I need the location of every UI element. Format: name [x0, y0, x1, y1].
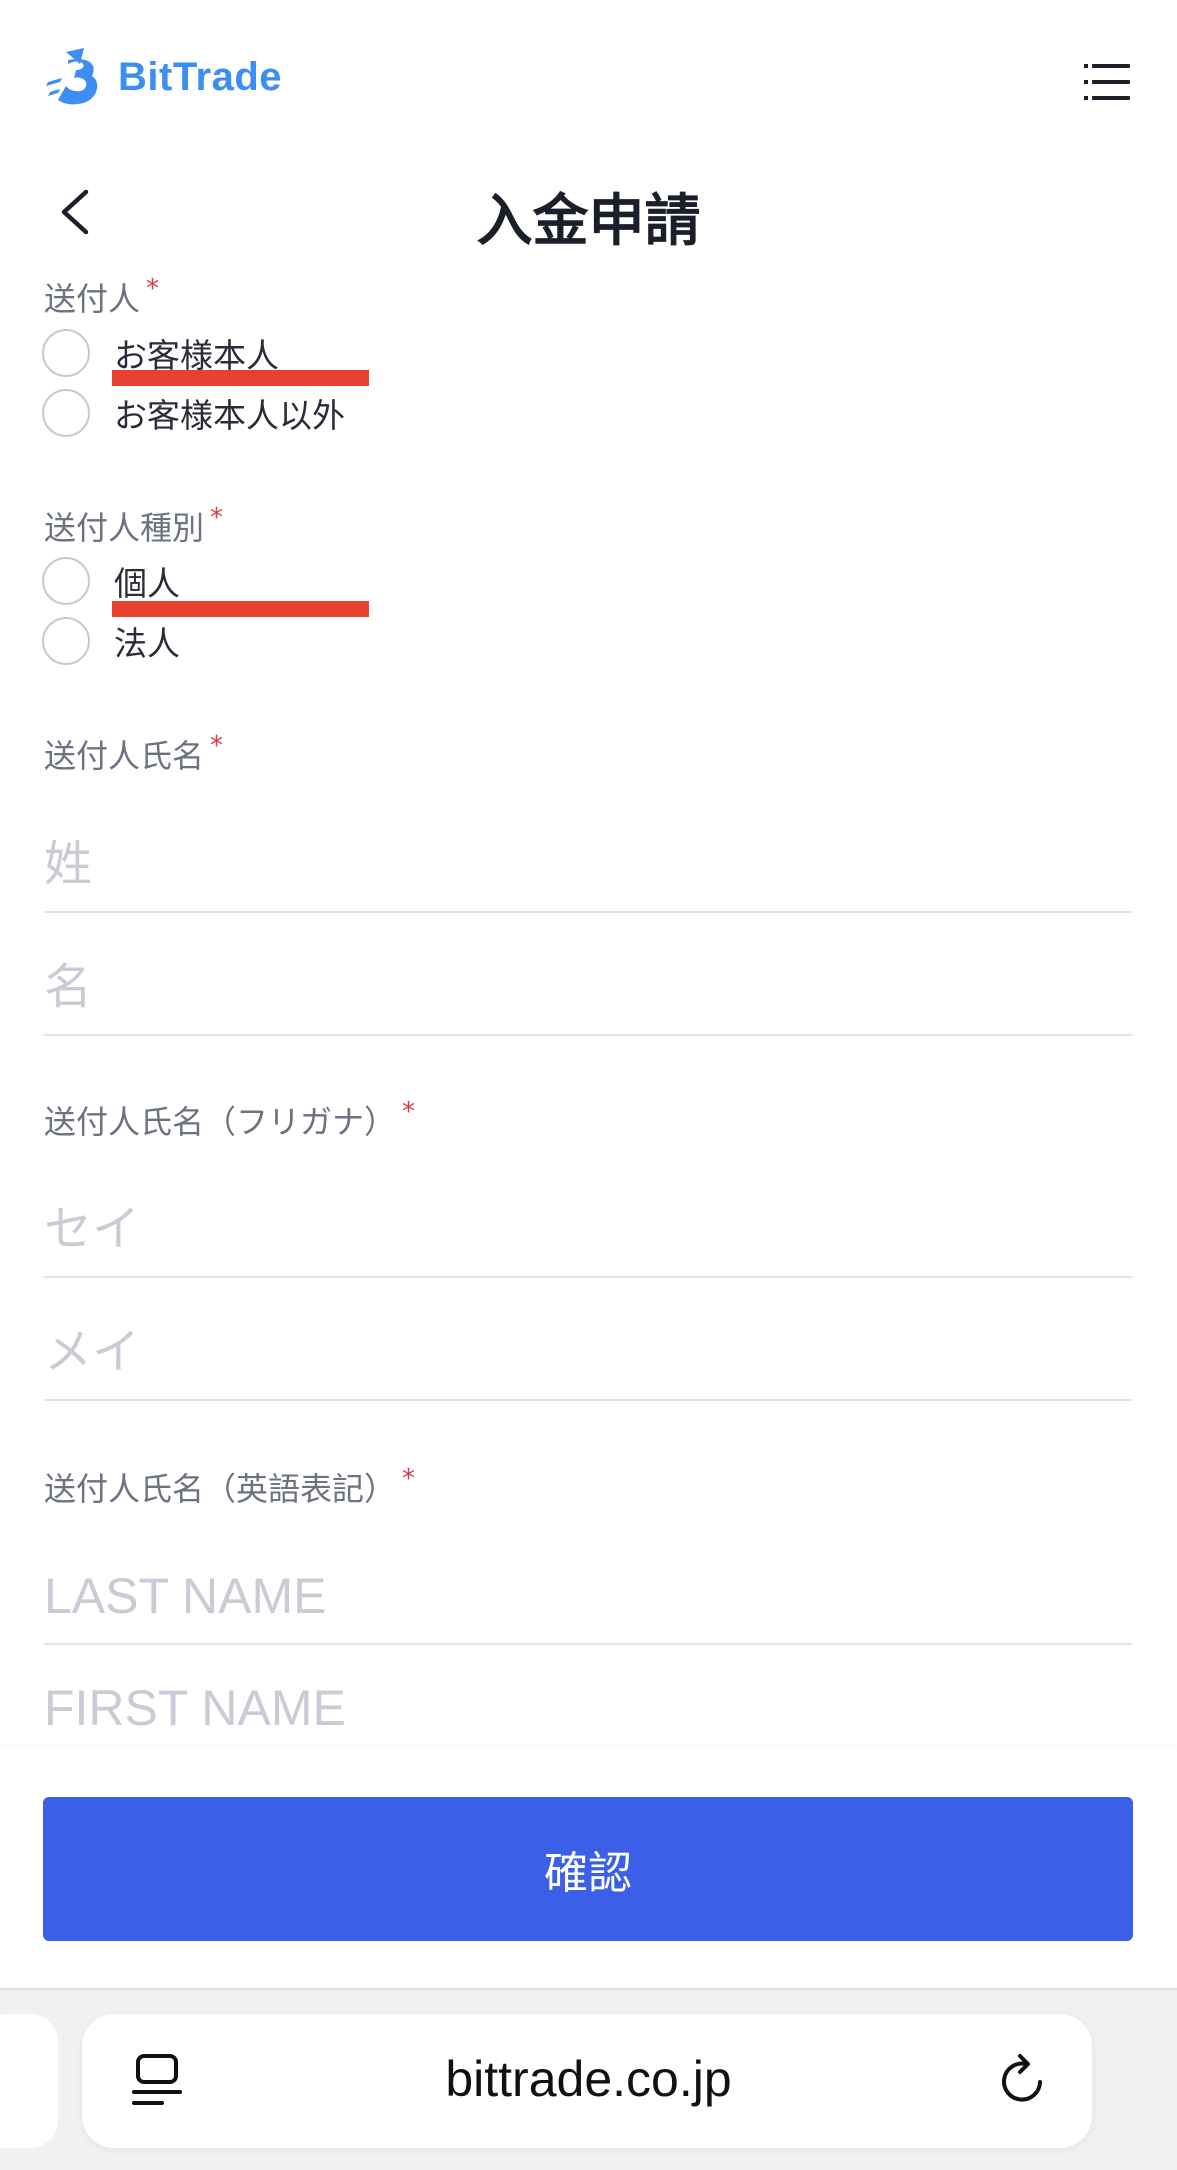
- last-name-kana-input[interactable]: [44, 1182, 1132, 1278]
- first-name-english-input[interactable]: [44, 1660, 1132, 1756]
- radio-label: 法人: [114, 624, 180, 663]
- bittrade-logo-icon: [46, 48, 98, 105]
- sender-kana-label: 送付人氏名（フリガナ） *: [44, 1097, 415, 1143]
- radio-button[interactable]: [42, 389, 90, 437]
- sender-type-label: 送付人種別 *: [44, 503, 223, 549]
- required-mark: *: [402, 1097, 416, 1127]
- radio-label: 個人: [114, 564, 180, 603]
- sender-english-label: 送付人氏名（英語表記） *: [44, 1464, 415, 1510]
- radio-button[interactable]: [42, 329, 90, 377]
- radio-sender-other[interactable]: お客様本人以外: [42, 388, 345, 438]
- sender-english-label-text: 送付人氏名（英語表記）: [44, 1470, 397, 1508]
- radio-label: お客様本人以外: [114, 396, 345, 435]
- required-mark: *: [146, 274, 160, 304]
- required-mark: *: [210, 503, 224, 533]
- required-mark: *: [210, 731, 224, 761]
- radio-type-individual[interactable]: 個人: [42, 556, 180, 606]
- highlight-underline: [112, 370, 369, 386]
- brand-name: BitTrade: [118, 54, 283, 99]
- last-name-english-input[interactable]: [44, 1549, 1132, 1645]
- brand-logo[interactable]: BitTrade: [44, 46, 282, 108]
- reload-icon[interactable]: [996, 2052, 1052, 2110]
- app-header: BitTrade: [0, 0, 1177, 160]
- confirm-button[interactable]: 確認: [43, 1797, 1133, 1941]
- radio-button[interactable]: [42, 617, 90, 665]
- sender-type-label-text: 送付人種別: [44, 509, 205, 547]
- last-name-input[interactable]: [44, 817, 1132, 913]
- sender-name-label-text: 送付人氏名: [44, 737, 205, 775]
- hamburger-menu-icon: [1084, 64, 1130, 100]
- radio-type-corporation[interactable]: 法人: [42, 616, 180, 666]
- radio-button[interactable]: [42, 557, 90, 605]
- sender-kana-label-text: 送付人氏名（フリガナ）: [44, 1103, 397, 1141]
- page: BitTrade 入金申請 送付人 * お客様本人 お客様本人以外 送付人種別 …: [0, 0, 1177, 2170]
- sender-label: 送付人 *: [44, 274, 159, 320]
- menu-button[interactable]: [1084, 60, 1130, 104]
- page-title: 入金申請: [476, 189, 701, 254]
- highlight-underline: [112, 601, 369, 617]
- sender-label-text: 送付人: [44, 280, 141, 318]
- first-name-input[interactable]: [44, 940, 1132, 1036]
- required-mark: *: [402, 1464, 416, 1494]
- first-name-kana-input[interactable]: [44, 1305, 1132, 1401]
- sender-name-label: 送付人氏名 *: [44, 731, 223, 777]
